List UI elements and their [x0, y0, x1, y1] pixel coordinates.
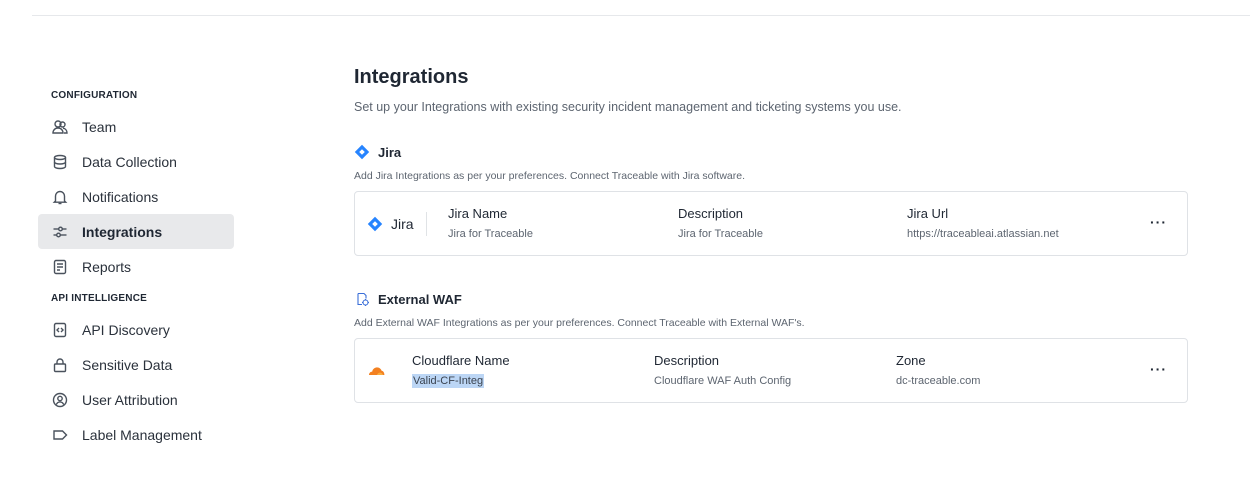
- jira-description-column: Description Jira for Traceable: [678, 205, 763, 241]
- jira-section-title: Jira: [354, 143, 1188, 161]
- cloudflare-zone-column: Zone dc-traceable.com: [896, 352, 980, 388]
- report-icon: [52, 259, 68, 275]
- sidebar-item-sensitive-data[interactable]: Sensitive Data: [38, 347, 234, 382]
- sidebar-item-integrations[interactable]: Integrations: [38, 214, 234, 249]
- lock-icon: [52, 357, 68, 373]
- jira-url-header: Jira Url: [907, 206, 949, 221]
- user-circle-icon: [52, 392, 68, 408]
- sidebar-item-label: Sensitive Data: [82, 356, 173, 373]
- sidebar-item-label: Reports: [82, 258, 132, 275]
- section-label-configuration: CONFIGURATION: [51, 90, 138, 101]
- sidebar-item-api-discovery[interactable]: API Discovery: [38, 312, 234, 347]
- jira-title-text: Jira: [378, 144, 402, 160]
- sidebar-item-label: Notifications: [82, 188, 159, 205]
- jira-section: Jira Add Jira Integrations as per your p…: [354, 143, 1188, 256]
- cloudflare-name-value: Valid-CF-Integ: [412, 374, 485, 388]
- jira-description: Add Jira Integrations as per your prefer…: [354, 170, 746, 182]
- jira-url-value: https://traceableai.atlassian.net: [907, 228, 1059, 240]
- jira-badge: Jira: [367, 212, 427, 236]
- page-title: Integrations: [354, 66, 469, 88]
- cloudflare-name-column: Cloudflare Name Valid-CF-Integ: [412, 352, 510, 389]
- cloudflare-logo-icon: [367, 363, 385, 375]
- team-icon: [52, 119, 68, 135]
- jira-more-button[interactable]: ···: [1150, 214, 1167, 230]
- waf-title-text: External WAF: [378, 291, 462, 307]
- jira-logo-icon: [367, 216, 383, 232]
- waf-description: Add External WAF Integrations as per you…: [354, 317, 805, 329]
- jira-name-column: Jira Name Jira for Traceable: [448, 205, 533, 241]
- waf-section: External WAF Add External WAF Integratio…: [354, 290, 1188, 403]
- jira-name-header: Jira Name: [448, 206, 508, 221]
- jira-description-value: Jira for Traceable: [678, 228, 763, 240]
- cloudflare-name-header: Cloudflare Name: [412, 353, 510, 368]
- cloudflare-integration-card[interactable]: Cloudflare Name Valid-CF-Integ Descripti…: [354, 338, 1188, 403]
- waf-section-title: External WAF: [354, 290, 1188, 308]
- database-icon: [52, 154, 68, 170]
- cloudflare-zone-header: Zone: [896, 353, 926, 368]
- cloudflare-description-value: Cloudflare WAF Auth Config: [654, 375, 792, 387]
- sidebar-item-label-management[interactable]: Label Management: [38, 417, 234, 452]
- cloudflare-description-column: Description Cloudflare WAF Auth Config: [654, 352, 791, 388]
- sidebar-item-user-attribution[interactable]: User Attribution: [38, 382, 234, 417]
- main-content: Integrations Set up your Integrations wi…: [354, 64, 1188, 403]
- jira-name-value: Jira for Traceable: [448, 228, 533, 240]
- jira-integration-card[interactable]: Jira Jira Name Jira for Traceable Descri…: [354, 191, 1188, 256]
- sidebar-item-reports[interactable]: Reports: [38, 249, 234, 284]
- sidebar-item-label: Integrations: [82, 223, 163, 240]
- sidebar-item-team[interactable]: Team: [38, 109, 234, 144]
- jira-logo-icon: [354, 144, 370, 160]
- page-subtitle: Set up your Integrations with existing s…: [354, 100, 902, 114]
- cloudflare-zone-value: dc-traceable.com: [896, 375, 981, 387]
- sidebar: CONFIGURATION Team Data Collection Notif…: [38, 82, 234, 452]
- integrations-icon: [52, 224, 68, 240]
- top-divider: [32, 15, 1250, 16]
- sidebar-item-label: Team: [82, 118, 117, 135]
- sidebar-item-notifications[interactable]: Notifications: [38, 179, 234, 214]
- jira-badge-label: Jira: [391, 216, 414, 232]
- bell-icon: [52, 189, 68, 205]
- sidebar-item-label: Data Collection: [82, 153, 177, 170]
- jira-url-column: Jira Url https://traceableai.atlassian.n…: [907, 205, 1059, 241]
- sidebar-item-label: Label Management: [82, 426, 202, 443]
- jira-description-header: Description: [678, 206, 744, 221]
- section-label-api-intelligence: API INTELLIGENCE: [51, 293, 147, 304]
- waf-icon: [354, 291, 370, 307]
- cloudflare-description-header: Description: [654, 353, 720, 368]
- sidebar-item-label: API Discovery: [82, 321, 170, 338]
- sidebar-item-label: User Attribution: [82, 391, 178, 408]
- sidebar-item-data-collection[interactable]: Data Collection: [38, 144, 234, 179]
- label-icon: [52, 427, 68, 443]
- cloudflare-more-button[interactable]: ···: [1150, 361, 1167, 377]
- api-discovery-icon: [52, 322, 68, 338]
